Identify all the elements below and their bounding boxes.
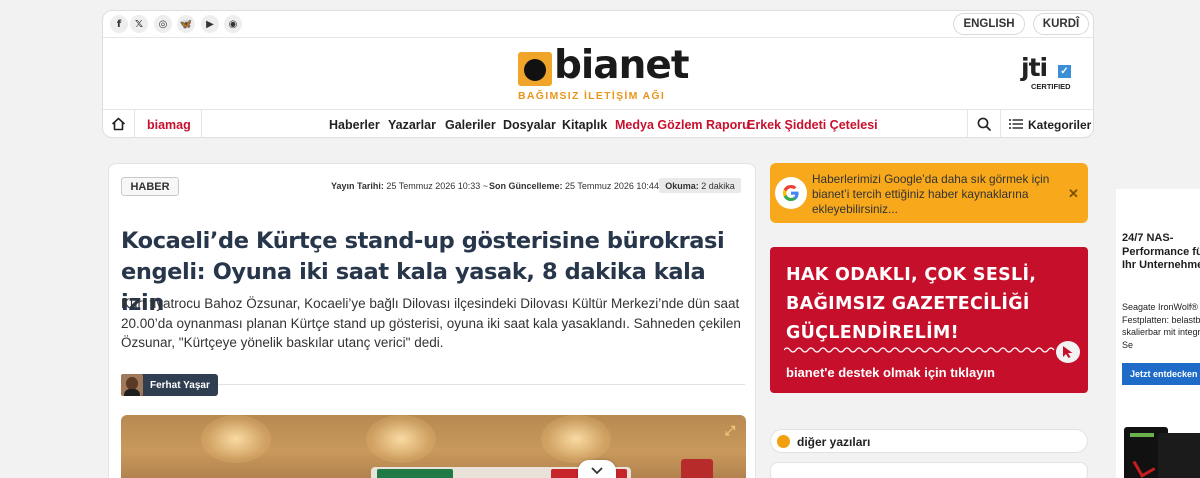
support-banner[interactable]: HAK ODAKLI, ÇOK SESLİ, BAĞIMSIZ GAZETECİ… xyxy=(770,247,1088,393)
x-icon[interactable]: 𝕏 xyxy=(130,15,148,33)
author-name: Ferhat Yaşar xyxy=(150,379,210,391)
nav-galeriler[interactable]: Galeriler xyxy=(445,118,496,132)
main-nav: biamag Haberler Yazarlar Galeriler Dosya… xyxy=(103,109,1093,138)
support-cta: bianet'e destek olmak için tıklayın xyxy=(786,365,996,380)
bluesky-icon[interactable]: 🦋 xyxy=(177,15,195,33)
published-date: Yayın Tarihi: 25 Temmuz 2026 10:33 ~ xyxy=(331,181,488,191)
article-lead: Kürt tiyatrocu Bahoz Özsunar, Kocaeli’ye… xyxy=(121,296,741,350)
read-time-value: 2 dakika xyxy=(701,180,735,191)
ad-cta-button[interactable]: Jetzt entdecken xyxy=(1122,363,1200,385)
site-header: f 𝕏 ◎ 🦋 ▶ ◉ ENGLISH KURDÎ bianet BAĞIMSI… xyxy=(102,10,1094,138)
nav-medya-gozlem-raporu[interactable]: Medya Gözlem Raporu xyxy=(615,118,750,132)
ad-title: 24/7 NAS-Performance für Ihr Unternehmen… xyxy=(1122,232,1200,271)
youtube-icon[interactable]: ▶ xyxy=(201,15,219,33)
logo-mark-icon xyxy=(518,52,552,86)
google-icon xyxy=(775,177,807,209)
nav-erkek-siddeti-cetelesi[interactable]: Erkek Şiddeti Çetelesi xyxy=(747,118,878,132)
other-articles-list xyxy=(770,462,1088,478)
check-icon: ✓ xyxy=(1058,65,1071,78)
menu-icon[interactable] xyxy=(1009,119,1023,129)
read-time-badge: Okuma: 2 dakika xyxy=(659,178,741,193)
scroll-down-button[interactable] xyxy=(578,460,616,478)
bullet-icon xyxy=(777,435,790,448)
updated-date: Son Güncelleme: 25 Temmuz 2026 10:44 xyxy=(489,181,659,191)
article-photo[interactable]: ⤢ xyxy=(121,415,746,478)
other-articles-header: diğer yazıları xyxy=(770,429,1088,453)
nav-yazarlar[interactable]: Yazarlar xyxy=(388,118,436,132)
category-tag[interactable]: HABER xyxy=(121,177,179,196)
ad-body: Seagate IronWolf® NAS-Festplatten: belas… xyxy=(1122,302,1200,350)
search-icon[interactable] xyxy=(967,110,1001,138)
author-chip[interactable]: Ferhat Yaşar xyxy=(121,374,218,396)
nav-biamag[interactable]: biamag xyxy=(147,118,191,132)
jti-certified-label: CERTIFIED xyxy=(1031,82,1071,91)
bianet-logo[interactable]: bianet BAĞIMSIZ İLETİŞİM AĞI xyxy=(518,43,689,102)
lang-kurdi-button[interactable]: KURDÎ xyxy=(1033,13,1089,35)
logo-wordmark: bianet xyxy=(554,43,689,88)
facebook-icon[interactable]: f xyxy=(110,15,128,33)
social-bar: f 𝕏 ◎ 🦋 ▶ ◉ ENGLISH KURDÎ xyxy=(103,11,1093,38)
published-label: Yayın Tarihi: xyxy=(331,181,384,191)
close-icon[interactable]: ✕ xyxy=(1068,186,1079,202)
advertisement[interactable]: 24/7 NAS-Performance für Ihr Unternehmen… xyxy=(1116,189,1200,478)
google-preferred-source-notice[interactable]: Haberlerimizi Google’da daha sık görmek … xyxy=(770,163,1088,223)
article-card: HABER Yayın Tarihi: 25 Temmuz 2026 10:33… xyxy=(108,163,756,478)
google-notice-text: Haberlerimizi Google’da daha sık görmek … xyxy=(812,172,1050,216)
updated-label: Son Güncelleme: xyxy=(489,181,563,191)
cursor-icon xyxy=(1056,341,1080,363)
nav-haberler[interactable]: Haberler xyxy=(329,118,380,132)
author-avatar xyxy=(121,374,143,396)
other-articles-label: diğer yazıları xyxy=(797,435,871,449)
lang-english-button[interactable]: ENGLISH xyxy=(953,13,1025,35)
home-icon[interactable] xyxy=(103,110,135,138)
support-title: HAK ODAKLI, ÇOK SESLİ, BAĞIMSIZ GAZETECİ… xyxy=(786,265,1037,343)
jti-certified-badge[interactable]: jti ✓ CERTIFIED xyxy=(1019,53,1079,95)
expand-icon[interactable]: ⤢ xyxy=(722,423,738,439)
rss-icon[interactable]: ◉ xyxy=(224,15,242,33)
jti-wordmark: jti xyxy=(1021,53,1048,82)
nav-divider xyxy=(201,110,202,138)
categories-button[interactable]: Kategoriler xyxy=(1028,118,1091,132)
published-value: 25 Temmuz 2026 10:33 ~ xyxy=(386,181,489,191)
instagram-icon[interactable]: ◎ xyxy=(154,15,172,33)
nav-dosyalar[interactable]: Dosyalar xyxy=(503,118,556,132)
chevron-down-icon xyxy=(591,467,603,475)
nav-kitaplik[interactable]: Kitaplık xyxy=(562,118,607,132)
logo-subtitle: BAĞIMSIZ İLETİŞİM AĞI xyxy=(518,90,666,102)
updated-value: 25 Temmuz 2026 10:44 xyxy=(565,181,659,191)
wave-divider xyxy=(784,347,1055,353)
read-time-label: Okuma: xyxy=(665,180,699,191)
